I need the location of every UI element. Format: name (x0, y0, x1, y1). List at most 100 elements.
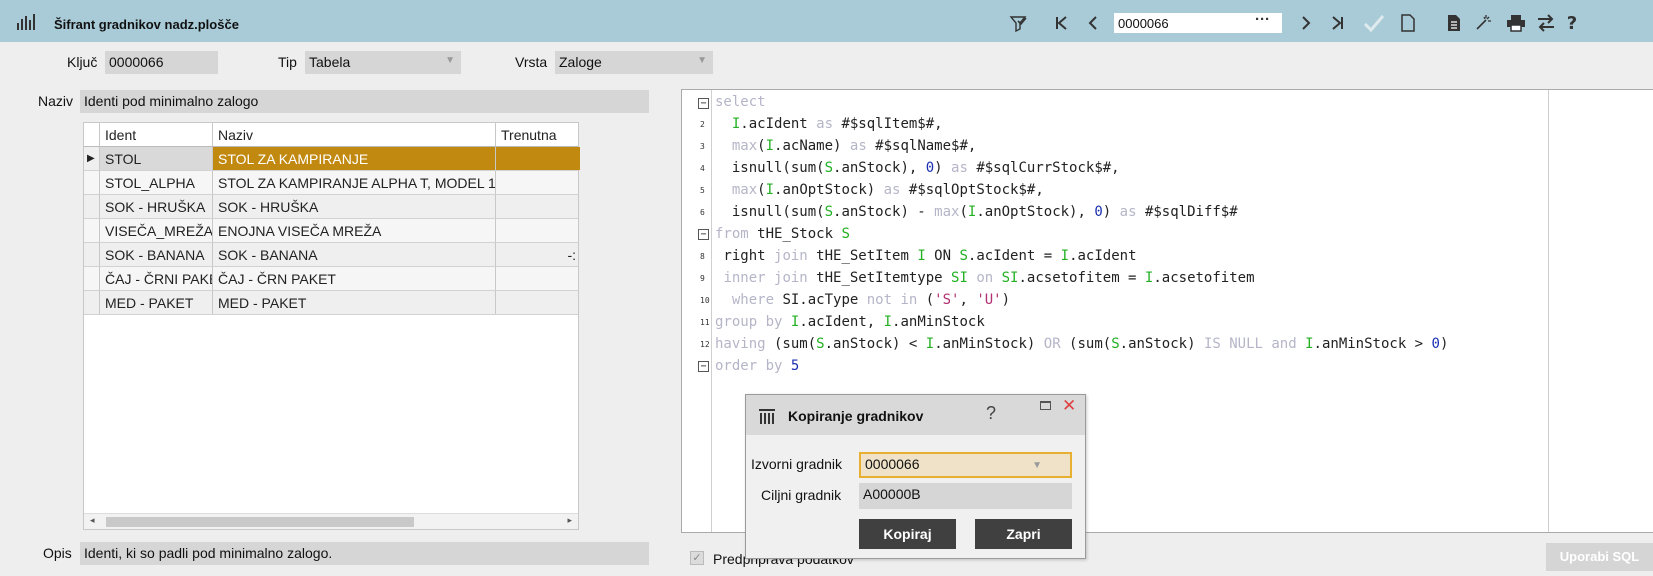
table-row[interactable]: SOK - BANANA SOK - BANANA -: (84, 243, 578, 267)
line-number: 11 (700, 318, 710, 327)
maximize-icon[interactable] (1040, 401, 1051, 410)
cell-trenutna (495, 171, 580, 194)
opis-label: Opis (43, 545, 72, 561)
close-button[interactable]: Zapri (975, 519, 1072, 549)
table-row[interactable]: STOL_ALPHA STOL ZA KAMPIRANJE ALPHA T, M… (84, 171, 578, 195)
filter-check-icon[interactable] (1007, 11, 1029, 35)
line-number: 8 (700, 252, 705, 261)
cell-naziv: STOL ZA KAMPIRANJE (212, 147, 495, 170)
cell-ident: ČAJ - ČRNI PAKET (99, 267, 212, 290)
next-record-icon[interactable] (1295, 11, 1317, 35)
title-bar: Šifrant gradnikov nadz.plošče ··· ? (0, 0, 1653, 42)
code-line: inner join tHE_SetItemtype SI on SI.acse… (723, 270, 1255, 286)
column-header-trenutna[interactable]: Trenutna (495, 123, 580, 146)
tip-label: Tip (278, 54, 297, 70)
cell-trenutna (495, 219, 580, 242)
table-row[interactable]: VISEČA_MREŽA ENOJNA VISEČA MREŽA (84, 219, 578, 243)
cell-ident: MED - PAKET (99, 291, 212, 314)
swap-icon[interactable] (1535, 11, 1557, 35)
cell-naziv: STOL ZA KAMPIRANJE ALPHA T, MODEL 1 (212, 171, 495, 194)
source-label: Izvorni gradnik (751, 456, 843, 472)
source-select[interactable]: 0000066 ▼ (859, 452, 1072, 478)
scroll-right-icon[interactable]: ▸ (567, 515, 572, 526)
identi-grid[interactable]: Ident Naziv Trenutna ▶ STOL STOL ZA KAMP… (83, 122, 580, 530)
table-row[interactable]: MED - PAKET MED - PAKET (84, 291, 578, 315)
column-header-ident[interactable]: Ident (99, 123, 212, 146)
previous-record-icon[interactable] (1082, 11, 1104, 35)
cell-naziv: MED - PAKET (212, 291, 495, 314)
code-line: where SI.acType not in ('S', 'U') (731, 292, 1011, 308)
line-number: 12 (700, 340, 710, 349)
last-record-icon[interactable] (1327, 11, 1349, 35)
vrsta-label: Vrsta (515, 54, 548, 70)
scrollbar-thumb[interactable] (106, 517, 414, 527)
table-list-icon (17, 14, 35, 30)
code-line: having (sum(S.anStock) < I.anMinStock) O… (715, 336, 1449, 352)
close-icon[interactable]: ✕ (1062, 396, 1076, 416)
copy-document-icon[interactable] (1443, 11, 1465, 35)
target-field[interactable]: A00000B (859, 483, 1072, 509)
code-line: group by I.acIdent, I.anMinStock (715, 314, 985, 330)
chevron-down-icon: ▼ (1032, 460, 1042, 471)
code-line: right join tHE_SetItem I ON S.acIdent = … (715, 248, 1137, 264)
horizontal-scrollbar[interactable]: ◂ ▸ (84, 513, 578, 529)
line-number: 9 (700, 274, 705, 283)
editor-margin-line (1548, 90, 1549, 532)
table-row[interactable]: SOK - HRUŠKA SOK - HRUŠKA (84, 195, 578, 219)
vrsta-value: Zaloge (559, 54, 602, 70)
scroll-left-icon[interactable]: ◂ (90, 515, 95, 526)
confirm-icon (1363, 11, 1385, 35)
fold-collapse-icon[interactable]: − (698, 229, 709, 240)
magic-wand-icon[interactable] (1472, 11, 1494, 35)
predpriprava-checkbox[interactable]: ✓ (690, 551, 704, 565)
code-line: isnull(sum(S.anStock) - max(I.anOptStock… (715, 204, 1238, 220)
cell-trenutna (495, 267, 580, 290)
dialog-title: Kopiranje gradnikov (788, 408, 924, 424)
dialog-help-button[interactable]: ? (986, 403, 996, 424)
kljuc-label: Ključ (67, 54, 98, 70)
code-line: max(I.anOptStock) as #$sqlOptStock$#, (731, 182, 1044, 198)
cell-trenutna (495, 147, 580, 170)
use-sql-button[interactable]: Uporabi SQL (1546, 543, 1653, 571)
fold-collapse-icon[interactable]: − (698, 98, 709, 109)
vrsta-select[interactable]: Zaloge ▼ (555, 51, 713, 74)
grid-header: Ident Naziv Trenutna (84, 123, 578, 147)
fold-collapse-icon[interactable]: − (698, 361, 709, 372)
table-columns-icon (759, 409, 775, 424)
column-header-naziv[interactable]: Naziv (212, 123, 495, 146)
print-icon[interactable] (1505, 11, 1527, 35)
opis-field[interactable]: Identi, ki so padli pod minimalno zalogo… (80, 542, 649, 565)
naziv-field[interactable]: Identi pod minimalno zalogo (80, 90, 649, 113)
code-line: select (715, 94, 766, 110)
line-number: 4 (700, 164, 705, 173)
cell-ident: STOL_ALPHA (99, 171, 212, 194)
table-row[interactable]: ▶ STOL STOL ZA KAMPIRANJE (84, 147, 580, 171)
line-number: 6 (700, 208, 705, 217)
naziv-label: Naziv (38, 93, 74, 109)
code-line: order by 5 (715, 358, 800, 374)
code-line: isnull(sum(S.anStock), 0) as #$sqlCurrSt… (715, 160, 1120, 176)
dialog-header: Kopiranje gradnikov ? ✕ (746, 395, 1085, 435)
line-number: 3 (700, 142, 705, 151)
code-line: from tHE_Stock S (715, 226, 850, 242)
new-document-icon[interactable] (1397, 11, 1419, 35)
tip-select[interactable]: Tabela ▼ (305, 51, 461, 74)
code-line: max(I.acName) as #$sqlName$#, (731, 138, 977, 154)
kljuc-field[interactable]: 0000066 (105, 51, 218, 74)
chevron-down-icon: ▼ (697, 55, 707, 66)
cell-ident: VISEČA_MREŽA (99, 219, 212, 242)
chevron-down-icon: ▼ (445, 55, 455, 66)
cell-trenutna (495, 195, 580, 218)
help-button[interactable]: ? (1561, 11, 1583, 35)
table-row[interactable]: ČAJ - ČRNI PAKET ČAJ - ČRN PAKET (84, 267, 578, 291)
cell-naziv: SOK - HRUŠKA (212, 195, 495, 218)
editor-gutter: − 2 3 4 5 6 − 8 9 10 11 12 − (682, 90, 712, 532)
cell-naziv: ENOJNA VISEČA MREŽA (212, 219, 495, 242)
record-lookup-button[interactable]: ··· (1255, 11, 1270, 28)
first-record-icon[interactable] (1050, 11, 1072, 35)
line-number: 2 (700, 120, 705, 129)
copy-dialog: Kopiranje gradnikov ? ✕ Izvorni gradnik … (745, 394, 1086, 559)
copy-button[interactable]: Kopiraj (859, 519, 956, 549)
code-line: I.acIdent as #$sqlItem$#, (731, 116, 943, 132)
cell-naziv: ČAJ - ČRN PAKET (212, 267, 495, 290)
